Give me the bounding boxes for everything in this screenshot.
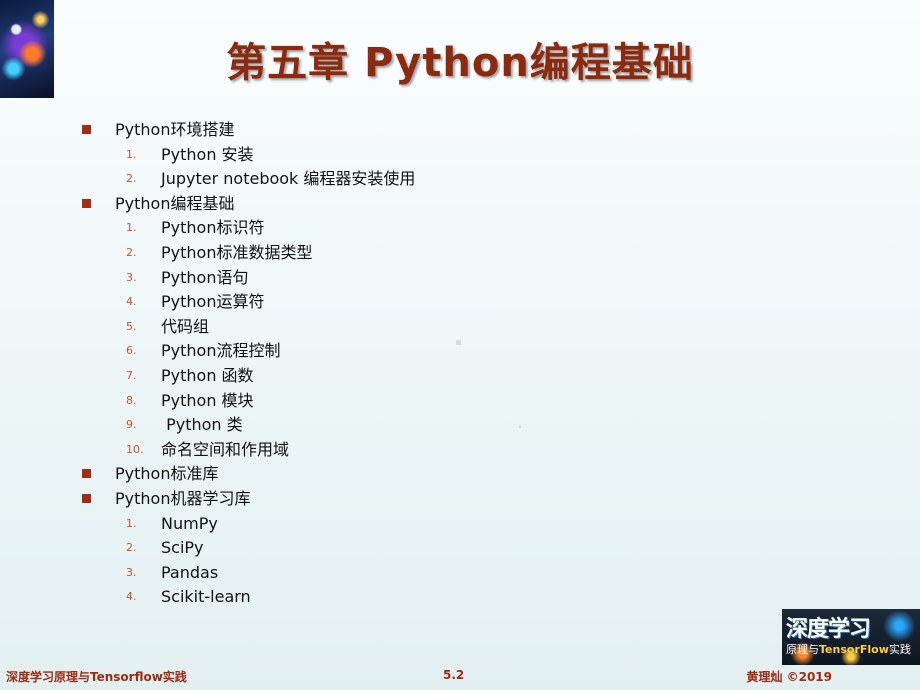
book-cover-image: 深度学习 原理与TensorFlow实践 [782, 609, 920, 665]
outline-item-label: Python流程控制 [161, 341, 281, 361]
outline-item-label: Python 函数 [161, 365, 254, 385]
outline-section-label: Python编程基础 [115, 193, 235, 213]
outline-item-number: 1. [126, 221, 137, 235]
book-subtitle-suffix: 实践 [888, 643, 911, 656]
outline-item-number: 1. [126, 516, 137, 530]
outline-item: 1. Python标识符 [82, 216, 415, 241]
outline-item: 4. Scikit-learn [82, 585, 415, 610]
outline-item-label: Python标识符 [161, 218, 265, 238]
outline-item-number: 3. [126, 565, 137, 579]
outline-item-label: 代码组 [161, 316, 210, 336]
outline-item: 5. 代码组 [82, 315, 415, 340]
outline-item-label: Python 类 [161, 415, 243, 435]
square-bullet-icon [82, 125, 91, 134]
decorative-dot [456, 340, 461, 345]
book-cover-subtitle: 原理与TensorFlow实践 [786, 641, 911, 657]
outline-list: Python环境搭建 1. Python 安装 2. Jupyter notebook … [82, 118, 415, 610]
outline-item-number: 8. [126, 393, 137, 407]
outline-item: 2. SciPy [82, 536, 415, 561]
outline-section-label: Python环境搭建 [115, 120, 235, 139]
book-subtitle-highlight: TensorFlow [819, 643, 889, 656]
outline-item-label: Scikit-learn [161, 587, 251, 607]
outline-item: 9. Python 类 [82, 413, 415, 438]
outline-item-number: 7. [126, 368, 137, 382]
book-cover-title: 深度学习 [786, 617, 871, 642]
outline-section: Python环境搭建 [82, 118, 415, 143]
outline-item: 2. Jupyter notebook 编程器安装使用 [82, 167, 415, 192]
outline-item-label: Python语句 [161, 267, 249, 287]
outline-item: 1. NumPy [82, 512, 415, 537]
outline-item-label: Python标准数据类型 [161, 242, 313, 262]
outline-item-number: 4. [126, 590, 137, 604]
outline-item: 7. Python 函数 [82, 364, 415, 389]
footer-author: 黄理灿 ©2019 [746, 670, 832, 684]
outline-item: 3. Python语句 [82, 266, 415, 291]
outline-item-number: 3. [126, 270, 137, 284]
outline-item-label: Python 模块 [161, 390, 254, 410]
outline-item-number: 2. [126, 172, 137, 186]
book-subtitle-prefix: 原理与 [786, 643, 819, 656]
footer-page-number: 5.2 [443, 668, 465, 682]
outline-section: Python机器学习库 [82, 487, 415, 512]
outline-item-label: 命名空间和作用域 [161, 439, 290, 459]
square-bullet-icon [82, 198, 91, 208]
outline-item: 4. Python运算符 [82, 290, 415, 315]
decorative-dot [519, 426, 521, 428]
outline-section: Python标准库 [82, 462, 415, 487]
slide: 第五章 Python编程基础 Python环境搭建 1. Python 安装 2. Ju… [0, 0, 920, 690]
outline-section: Python编程基础 [82, 192, 415, 217]
square-bullet-icon [82, 493, 91, 503]
outline-section-label: Python机器学习库 [115, 488, 251, 508]
outline-item-number: 10. [126, 442, 144, 456]
outline-item: 8. Python 模块 [82, 389, 415, 414]
outline-item-number: 2. [126, 541, 137, 555]
outline-item-label: SciPy [161, 538, 204, 558]
outline-item-number: 9. [126, 418, 137, 432]
outline-item-number: 6. [126, 344, 137, 358]
outline-item-label: NumPy [161, 513, 218, 533]
outline-item-label: Jupyter notebook 编程器安装使用 [161, 169, 416, 189]
outline-item: 6. Python流程控制 [82, 339, 415, 364]
outline-item-label: Python 安装 [161, 144, 254, 164]
outline-item: 1. Python 安装 [82, 143, 415, 168]
outline-item-number: 4. [126, 295, 137, 309]
outline-item-number: 2. [126, 245, 137, 259]
square-bullet-icon [82, 469, 91, 479]
outline-item-number: 1. [126, 147, 137, 161]
outline-item-label: Pandas [161, 562, 219, 582]
outline-item-label: Python运算符 [161, 292, 265, 312]
slide-title: 第五章 Python编程基础 [226, 40, 694, 86]
footer-course-title: 深度学习原理与Tensorflow实践 [6, 670, 187, 684]
outline-item: 3. Pandas [82, 561, 415, 586]
outline-item: 2. Python标准数据类型 [82, 241, 415, 266]
outline-section-label: Python标准库 [115, 464, 219, 484]
outline-item-number: 5. [126, 319, 137, 333]
outline-item: 10. 命名空间和作用域 [82, 438, 415, 463]
